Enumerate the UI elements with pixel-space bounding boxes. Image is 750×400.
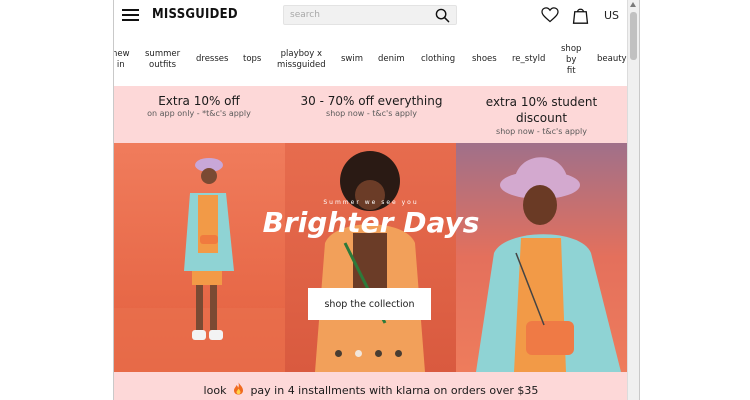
nav-item-playboy-x-missguided[interactable]: playboy x missguided: [277, 49, 326, 71]
promo-title: extra 10% student discount: [485, 95, 598, 125]
hero-image-right: [456, 143, 628, 372]
vertical-scrollbar[interactable]: [627, 0, 639, 400]
promo-title: Extra 10% off: [158, 94, 240, 108]
category-nav: new in summer outfits dresses tops playb…: [114, 43, 628, 77]
browser-viewport: MISSGUIDED US new in summer outfits dres…: [113, 0, 640, 400]
nav-item-dresses[interactable]: dresses: [196, 54, 228, 65]
promo-subtitle: shop now - t&c's apply: [496, 127, 587, 136]
nav-item-summer-outfits[interactable]: summer outfits: [145, 49, 180, 71]
site-header: MISSGUIDED US: [114, 0, 628, 32]
promo-banner: Extra 10% off on app only - *t&c's apply…: [114, 86, 628, 143]
hero-title: Brighter Days: [262, 206, 480, 239]
hero-carousel[interactable]: Summer we see you Brighter Days shop the…: [114, 143, 628, 372]
carousel-dot[interactable]: [375, 350, 382, 357]
carousel-dot[interactable]: [395, 350, 402, 357]
region-selector[interactable]: US: [604, 9, 619, 22]
promo-app-offer[interactable]: Extra 10% off on app only - *t&c's apply: [134, 94, 264, 119]
nav-item-new-in[interactable]: new in: [114, 49, 130, 71]
klarna-message: look pay in 4 installments with klarna o…: [114, 382, 628, 397]
hero-image-center: [285, 143, 456, 372]
menu-icon[interactable]: [122, 9, 139, 21]
heart-icon[interactable]: [541, 7, 559, 23]
carousel-dot[interactable]: [335, 350, 342, 357]
klarna-text-after: pay in 4 installments with klarna on ord…: [250, 384, 539, 397]
carousel-dot-active[interactable]: [355, 350, 362, 357]
nav-item-denim[interactable]: denim: [378, 54, 405, 65]
nav-item-shop-by-fit[interactable]: shop by fit: [561, 44, 581, 77]
nav-item-shoes[interactable]: shoes: [472, 54, 497, 65]
carousel-pagination: [335, 342, 415, 357]
hero-image-left: [114, 143, 285, 372]
promo-subtitle: shop now - t&c's apply: [326, 109, 417, 118]
scroll-up-arrow-icon[interactable]: [630, 2, 636, 7]
nav-item-re-styld[interactable]: re_styld: [512, 54, 545, 65]
bag-icon[interactable]: [572, 6, 589, 24]
promo-student-discount[interactable]: extra 10% student discount shop now - t&…: [469, 94, 614, 137]
nav-item-clothing[interactable]: clothing: [421, 54, 455, 65]
promo-subtitle: on app only - *t&c's apply: [147, 109, 251, 118]
shop-the-collection-button[interactable]: shop the collection: [308, 288, 431, 320]
klarna-banner[interactable]: look pay in 4 installments with klarna o…: [114, 372, 628, 400]
nav-item-beauty[interactable]: beauty: [597, 54, 627, 65]
search-icon[interactable]: [435, 8, 450, 23]
promo-sale[interactable]: 30 - 70% off everything shop now - t&c's…: [289, 94, 454, 119]
nav-item-swim[interactable]: swim: [341, 54, 363, 65]
nav-item-tops[interactable]: tops: [243, 54, 261, 65]
hero-eyebrow: Summer we see you: [323, 199, 419, 206]
site-logo[interactable]: MISSGUIDED: [152, 7, 238, 22]
search-input[interactable]: [290, 8, 430, 22]
search-bar[interactable]: [283, 5, 457, 25]
promo-title: 30 - 70% off everything: [300, 94, 443, 108]
scrollbar-thumb[interactable]: [630, 12, 637, 60]
fire-icon: [233, 382, 243, 395]
klarna-text-before: look: [203, 384, 227, 397]
